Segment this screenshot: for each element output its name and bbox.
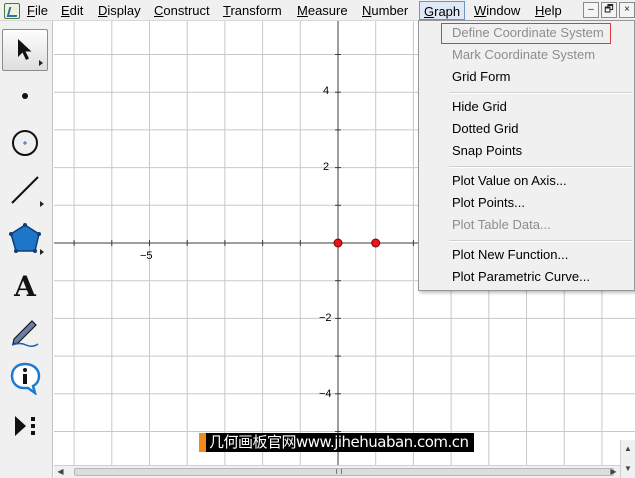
menu-number[interactable]: Number	[358, 1, 412, 20]
compass-tool[interactable]	[2, 122, 48, 164]
close-button[interactable]: ×	[619, 2, 635, 18]
polygon-icon	[9, 223, 41, 253]
menu-separator	[449, 240, 632, 242]
marker-tool[interactable]	[2, 310, 48, 352]
arrow-tool[interactable]	[2, 29, 48, 71]
menu-window[interactable]: Window	[470, 1, 524, 20]
toolbox: A	[0, 21, 53, 478]
menu-transform[interactable]: Transform	[219, 1, 286, 20]
menu-file[interactable]: File	[23, 1, 52, 20]
menu-bar: File Edit Display Construct Transform Me…	[0, 0, 635, 21]
custom-tool-icon	[15, 416, 35, 436]
menu-number-mnemonic: N	[362, 3, 372, 18]
menu-item-plot-parametric-curve[interactable]: Plot Parametric Curve...	[419, 266, 634, 288]
horizontal-scrollbar[interactable]: ◀ ▶	[54, 465, 620, 478]
menu-construct-mnemonic: C	[154, 3, 164, 18]
y-tick-label-minus2: −2	[319, 312, 332, 324]
menu-edit[interactable]: Edit	[57, 1, 87, 20]
straightedge-tool-more-icon	[40, 201, 44, 207]
menu-window-mnemonic: W	[474, 3, 487, 18]
menu-item-plot-new-function[interactable]: Plot New Function...	[419, 244, 634, 266]
menu-item-dotted-grid[interactable]: Dotted Grid	[419, 118, 634, 140]
graph-dropdown-menu: Define Coordinate System Mark Coordinate…	[418, 20, 635, 291]
polygon-tool[interactable]	[2, 217, 48, 259]
custom-tool[interactable]	[2, 405, 48, 447]
arrow-select-icon	[18, 39, 32, 60]
text-A-icon: A	[14, 269, 36, 303]
menu-item-hide-grid[interactable]: Hide Grid	[419, 96, 634, 118]
menu-edit-mnemonic: E	[61, 3, 70, 18]
unit-point	[371, 238, 381, 248]
menu-display[interactable]: Display	[94, 1, 145, 20]
pen-icon	[11, 320, 39, 348]
segment-icon	[11, 176, 39, 204]
restore-button[interactable]: 🗗	[601, 2, 617, 18]
horizontal-scroll-thumb[interactable]	[74, 468, 614, 476]
menu-item-plot-table-data[interactable]: Plot Table Data...	[419, 214, 634, 236]
menu-help[interactable]: Help	[531, 1, 566, 20]
menu-measure-mnemonic: M	[297, 3, 308, 18]
point-icon	[22, 93, 28, 99]
scroll-grip-icon	[336, 469, 342, 474]
y-tick-label-minus4: −4	[319, 388, 332, 400]
y-tick-label-4: 4	[323, 85, 330, 97]
text-tool[interactable]: A	[2, 265, 48, 307]
menu-item-define-coordinate-system[interactable]: Define Coordinate System	[419, 22, 634, 44]
arrow-tool-more-icon	[39, 60, 43, 66]
minimize-button[interactable]: –	[583, 2, 599, 18]
origin-point	[333, 238, 343, 248]
scroll-down-icon[interactable]: ▼	[621, 462, 635, 475]
menu-separator	[449, 92, 632, 94]
menu-display-mnemonic: D	[98, 3, 108, 18]
point-tool[interactable]	[2, 75, 48, 117]
y-tick-label-2: 2	[323, 161, 330, 173]
menu-item-mark-coordinate-system[interactable]: Mark Coordinate System	[419, 44, 634, 66]
menu-file-mnemonic: F	[27, 3, 35, 18]
website-watermark: 几何画板官网www.jihehuaban.com.cn	[199, 433, 474, 452]
x-tick-label-minus5: −5	[140, 250, 153, 262]
menu-item-snap-points[interactable]: Snap Points	[419, 140, 634, 162]
circle-icon	[12, 130, 38, 156]
menu-item-grid-form[interactable]: Grid Form	[419, 66, 634, 88]
app-icon[interactable]	[4, 3, 20, 19]
menu-item-plot-points[interactable]: Plot Points...	[419, 192, 634, 214]
vertical-scrollbar[interactable]: ▲ ▼	[620, 440, 635, 478]
menu-separator	[449, 166, 632, 168]
scroll-right-icon[interactable]: ▶	[607, 466, 620, 478]
polygon-tool-more-icon	[40, 249, 44, 255]
menu-graph[interactable]: Graph	[419, 1, 466, 20]
info-icon	[10, 362, 41, 395]
menu-help-mnemonic: H	[535, 3, 545, 18]
menu-item-plot-value-on-axis[interactable]: Plot Value on Axis...	[419, 170, 634, 192]
menu-construct[interactable]: Construct	[150, 1, 214, 20]
scroll-left-icon[interactable]: ◀	[54, 466, 67, 478]
menu-graph-mnemonic: G	[424, 4, 435, 19]
scroll-up-icon[interactable]: ▲	[621, 442, 635, 455]
sketchpad-window: File Edit Display Construct Transform Me…	[0, 0, 635, 478]
information-tool[interactable]	[2, 357, 48, 399]
menu-measure[interactable]: Measure	[293, 1, 352, 20]
straightedge-tool[interactable]	[2, 169, 48, 211]
